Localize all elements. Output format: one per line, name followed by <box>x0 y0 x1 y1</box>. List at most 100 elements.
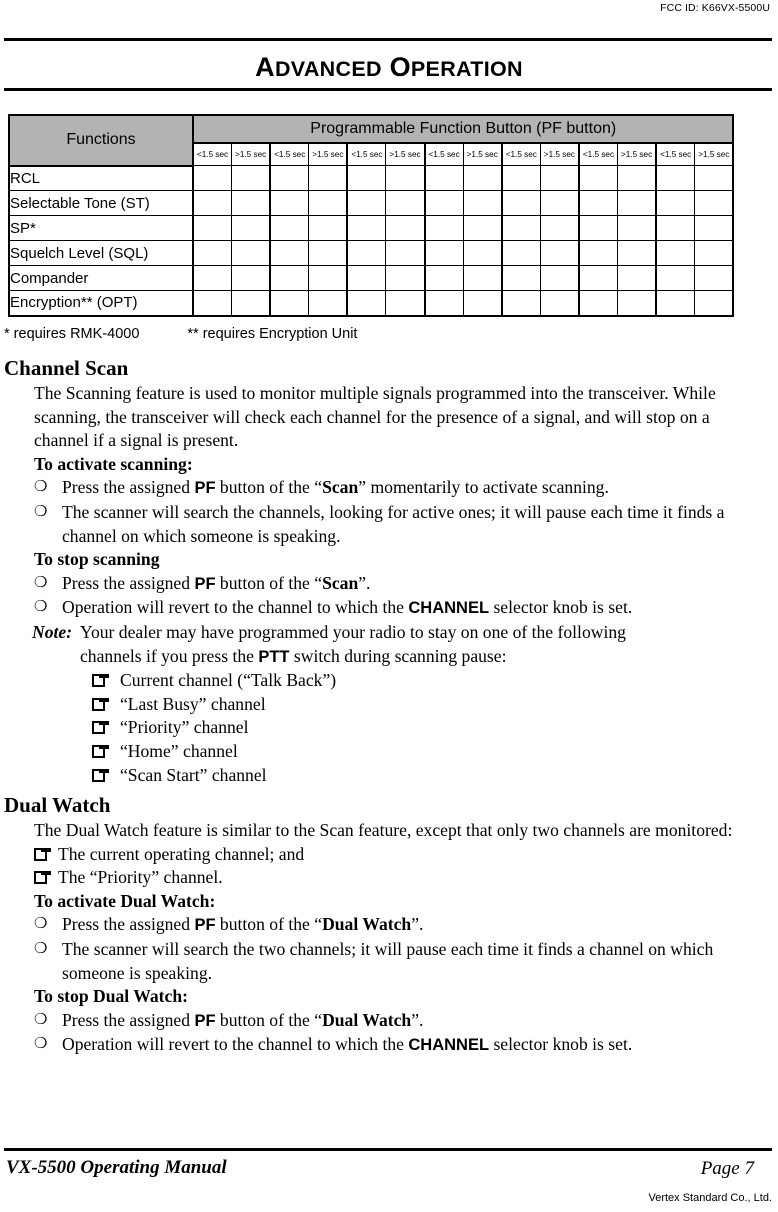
page-title: ADVANCED OPERATION <box>0 52 778 83</box>
pf-cell[interactable] <box>346 215 387 241</box>
pf-cell[interactable] <box>269 215 310 241</box>
pf-cell[interactable] <box>539 215 580 241</box>
pf-cell[interactable] <box>423 190 464 216</box>
pf-cell[interactable] <box>346 290 387 317</box>
list-item: The current operating channel; and <box>34 843 748 867</box>
pf-cell[interactable] <box>539 165 580 191</box>
pf-cell[interactable] <box>192 265 233 291</box>
pf-cell[interactable] <box>462 290 503 317</box>
pf-button-label: PF <box>194 1011 216 1030</box>
pf-cell[interactable] <box>539 265 580 291</box>
note-line-1: Your dealer may have programmed your rad… <box>80 621 626 642</box>
pf-cell[interactable] <box>231 265 272 291</box>
pf-cell[interactable] <box>385 290 426 317</box>
pf-cell[interactable] <box>346 190 387 216</box>
pf-cell[interactable] <box>462 240 503 266</box>
pf-cell[interactable] <box>385 190 426 216</box>
pf-cell[interactable] <box>462 215 503 241</box>
duration-header-cell: <1.5 sec <box>655 142 696 166</box>
pf-cell[interactable] <box>385 240 426 266</box>
pf-cell[interactable] <box>192 190 233 216</box>
pf-cell[interactable] <box>617 290 658 317</box>
pf-cell[interactable] <box>231 240 272 266</box>
pf-cell[interactable] <box>655 215 696 241</box>
pf-cell[interactable] <box>577 265 619 291</box>
list-item: ❍ Operation will revert to the channel to… <box>34 1033 748 1058</box>
pf-cell[interactable] <box>346 240 387 266</box>
pf-cell[interactable] <box>231 190 272 216</box>
page-title-rest-advanced: DVANCED <box>274 57 382 81</box>
pf-cell[interactable] <box>308 265 349 291</box>
pf-cell[interactable] <box>655 165 696 191</box>
pf-cell[interactable] <box>694 265 735 291</box>
pf-cell[interactable] <box>269 265 310 291</box>
pf-cell[interactable] <box>694 190 735 216</box>
pf-cell[interactable] <box>577 240 619 266</box>
pf-cell[interactable] <box>192 290 233 317</box>
pf-cell[interactable] <box>308 290 349 317</box>
square-folded-corner-icon <box>92 674 109 688</box>
pf-button-table: Functions Programmable Function Button (… <box>8 114 735 317</box>
pf-cell[interactable] <box>617 165 658 191</box>
pf-cell[interactable] <box>423 265 464 291</box>
pf-cell[interactable] <box>346 265 387 291</box>
pf-cell[interactable] <box>617 265 658 291</box>
dual-watch-item-text: The “Priority” channel. <box>58 867 223 888</box>
pf-cell[interactable] <box>308 215 349 241</box>
bullet-text-post: ”. <box>411 1009 424 1030</box>
pf-cell[interactable] <box>500 190 541 216</box>
pf-cell[interactable] <box>694 240 735 266</box>
pf-cell[interactable] <box>423 165 464 191</box>
pf-cell[interactable] <box>617 190 658 216</box>
pf-cell[interactable] <box>655 265 696 291</box>
pf-cell[interactable] <box>500 265 541 291</box>
pf-cell[interactable] <box>385 265 426 291</box>
pf-cell[interactable] <box>577 165 619 191</box>
pf-cell[interactable] <box>423 290 464 317</box>
pf-cell[interactable] <box>423 215 464 241</box>
pf-cell[interactable] <box>308 190 349 216</box>
pf-cell[interactable] <box>231 290 272 317</box>
pf-cell[interactable] <box>346 165 387 191</box>
pf-cell[interactable] <box>462 265 503 291</box>
functions-header-cell: Functions <box>8 114 194 167</box>
pf-cell[interactable] <box>655 290 696 317</box>
pf-cell[interactable] <box>192 215 233 241</box>
pf-cell[interactable] <box>269 240 310 266</box>
pf-cell[interactable] <box>577 215 619 241</box>
pf-cell[interactable] <box>655 240 696 266</box>
pf-cell[interactable] <box>231 165 272 191</box>
pf-cell[interactable] <box>192 165 233 191</box>
pf-cell[interactable] <box>539 190 580 216</box>
table-header-row-1: Functions Programmable Function Button (… <box>8 114 735 167</box>
pf-cell[interactable] <box>308 165 349 191</box>
pf-cell[interactable] <box>269 290 310 317</box>
pf-cell[interactable] <box>269 190 310 216</box>
pf-cell[interactable] <box>308 240 349 266</box>
pf-cell[interactable] <box>269 165 310 191</box>
square-folded-corner-icon <box>92 768 109 782</box>
pf-cell[interactable] <box>462 165 503 191</box>
pf-cell[interactable] <box>694 165 735 191</box>
pf-cell[interactable] <box>500 240 541 266</box>
pf-cell[interactable] <box>617 215 658 241</box>
pf-cell[interactable] <box>423 240 464 266</box>
pf-cell[interactable] <box>385 165 426 191</box>
pf-cell[interactable] <box>385 215 426 241</box>
pf-cell[interactable] <box>617 240 658 266</box>
note-block: Note: Your dealer may have programmed you… <box>32 621 748 645</box>
table-footnotes: * requires RMK-4000 ** requires Encryptio… <box>4 326 357 342</box>
pf-cell[interactable] <box>655 190 696 216</box>
pf-cell[interactable] <box>577 290 619 317</box>
pf-cell[interactable] <box>231 215 272 241</box>
pf-cell[interactable] <box>694 290 735 317</box>
pf-cell[interactable] <box>539 290 580 317</box>
pf-cell[interactable] <box>500 290 541 317</box>
pf-cell[interactable] <box>694 215 735 241</box>
pf-cell[interactable] <box>577 190 619 216</box>
pf-cell[interactable] <box>192 240 233 266</box>
pf-cell[interactable] <box>500 165 541 191</box>
pf-cell[interactable] <box>500 215 541 241</box>
pf-cell[interactable] <box>462 190 503 216</box>
pf-cell[interactable] <box>539 240 580 266</box>
